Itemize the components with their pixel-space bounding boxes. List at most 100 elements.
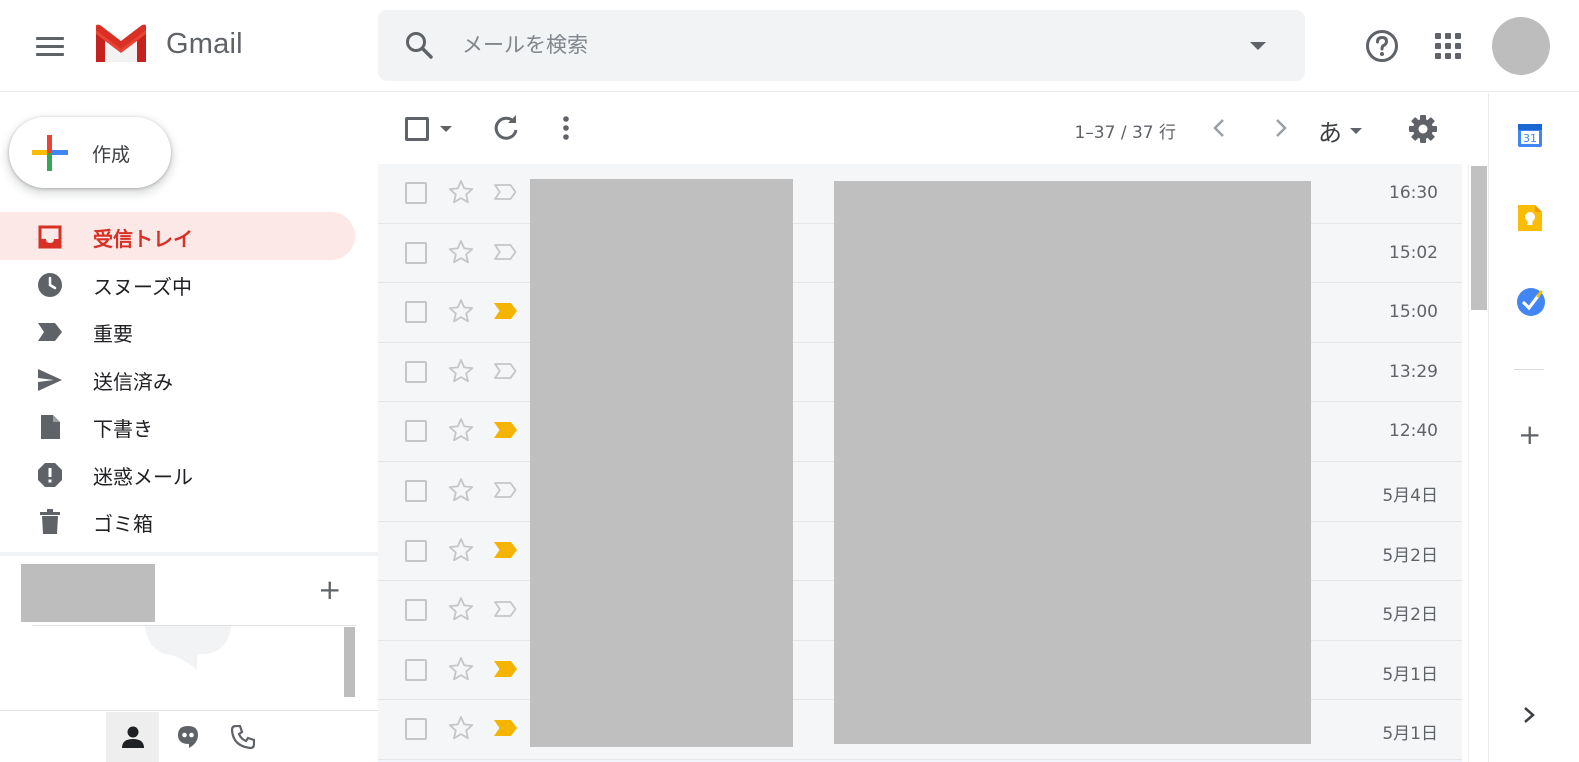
- sidebar-item-drafts[interactable]: 下書き: [0, 402, 355, 450]
- compose-button[interactable]: 作成: [9, 117, 171, 188]
- row-checkbox[interactable]: [405, 539, 427, 562]
- tasks-check-icon[interactable]: [1516, 287, 1546, 317]
- chevron-right-icon[interactable]: [1268, 116, 1292, 140]
- draft-file-icon: [36, 413, 64, 441]
- row-checkbox[interactable]: [405, 599, 427, 622]
- star-icon[interactable]: [448, 239, 474, 265]
- star-icon[interactable]: [448, 477, 474, 503]
- star-icon[interactable]: [448, 358, 474, 384]
- person-icon: [121, 726, 144, 748]
- more-options-icon[interactable]: [556, 114, 576, 142]
- search-icon[interactable]: [404, 30, 434, 60]
- input-tools-button[interactable]: あ: [1318, 113, 1362, 148]
- sidebar-item-label: 迷惑メール: [93, 465, 193, 489]
- gear-icon[interactable]: [1408, 114, 1438, 144]
- star-icon[interactable]: [448, 715, 474, 741]
- mail-time: 15:00: [1389, 302, 1438, 323]
- sidebar-item-label: 重要: [93, 322, 133, 346]
- row-checkbox[interactable]: [405, 480, 427, 502]
- mail-time: 5月4日: [1382, 486, 1438, 506]
- spam-icon: [36, 461, 64, 489]
- hangouts-scrollbar[interactable]: [344, 627, 355, 697]
- important-label-icon: [36, 318, 64, 346]
- sidebar-item-label: 送信済み: [93, 370, 173, 394]
- phone-icon: [231, 725, 255, 749]
- sidebar-item-label: 受信トレイ: [93, 227, 193, 251]
- input-tools-label: あ: [1318, 119, 1342, 147]
- select-options-dropdown-icon[interactable]: [440, 126, 452, 132]
- row-checkbox[interactable]: [405, 420, 427, 443]
- star-icon[interactable]: [448, 596, 474, 622]
- inbox-icon: [36, 223, 64, 251]
- row-checkbox[interactable]: [405, 182, 427, 204]
- important-marker-icon[interactable]: [493, 301, 519, 321]
- search-options-dropdown-icon[interactable]: [1250, 42, 1266, 50]
- side-panel-divider: [1514, 369, 1544, 370]
- send-icon: [36, 366, 64, 394]
- get-addons-icon[interactable]: +: [1518, 421, 1541, 449]
- chevron-down-icon: [1350, 127, 1362, 134]
- sidebar-item-trash[interactable]: ゴミ箱: [0, 497, 355, 545]
- important-marker-icon[interactable]: [493, 659, 519, 679]
- sidebar-item-inbox[interactable]: 受信トレイ: [0, 212, 355, 260]
- sidebar-divider: [0, 552, 378, 556]
- important-marker-icon[interactable]: [493, 242, 519, 262]
- row-checkbox[interactable]: [405, 658, 427, 681]
- sidebar-item-spam[interactable]: 迷惑メール: [0, 450, 355, 498]
- important-marker-icon[interactable]: [493, 540, 519, 560]
- row-checkbox[interactable]: [405, 360, 427, 383]
- gmail-logo[interactable]: Gmail: [92, 22, 243, 66]
- refresh-icon[interactable]: [492, 114, 520, 142]
- row-checkbox[interactable]: [405, 241, 427, 264]
- google-apps-icon[interactable]: [1434, 32, 1462, 60]
- hangouts-contacts-tab[interactable]: [106, 712, 159, 762]
- row-checkbox[interactable]: [405, 301, 427, 324]
- help-icon[interactable]: [1364, 28, 1400, 64]
- top-header: Gmail: [0, 0, 1579, 92]
- hangouts-conversations-tab[interactable]: [168, 712, 208, 762]
- important-marker-icon[interactable]: [493, 599, 519, 619]
- important-marker-icon[interactable]: [493, 420, 519, 440]
- important-marker-icon[interactable]: [493, 361, 519, 381]
- sidebar-item-label: 下書き: [93, 417, 153, 441]
- search-bar[interactable]: [378, 10, 1305, 81]
- main-menu-icon[interactable]: [28, 26, 72, 66]
- mail-time: 5月2日: [1382, 605, 1438, 626]
- mail-time: 5月2日: [1382, 545, 1438, 566]
- star-icon[interactable]: [448, 537, 474, 563]
- star-icon[interactable]: [448, 417, 474, 443]
- mail-time: 12:40: [1389, 421, 1438, 442]
- mail-time: 5月1日: [1382, 664, 1438, 685]
- account-avatar[interactable]: [1492, 17, 1550, 75]
- sidebar-item-label: ゴミ箱: [93, 512, 153, 536]
- search-input[interactable]: [462, 28, 1222, 62]
- compose-label: 作成: [92, 144, 131, 166]
- mail-time: 13:29: [1389, 361, 1438, 382]
- clock-icon: [36, 271, 64, 299]
- important-marker-icon[interactable]: [493, 480, 519, 500]
- sidebar-item-important[interactable]: 重要: [0, 307, 355, 355]
- sidebar-item-sent[interactable]: 送信済み: [0, 355, 355, 403]
- scrollbar-thumb[interactable]: [1471, 166, 1487, 310]
- redacted-subjects-block: [834, 181, 1311, 744]
- sidebar-item-snoozed[interactable]: スヌーズ中: [0, 260, 355, 308]
- chevron-right-icon[interactable]: [1519, 704, 1539, 726]
- hangouts-phone-tab[interactable]: [222, 712, 264, 762]
- hangouts-bubble-icon: [145, 626, 231, 670]
- add-label-icon[interactable]: +: [318, 576, 341, 604]
- chevron-left-icon[interactable]: [1208, 116, 1232, 140]
- mail-time: 15:02: [1389, 242, 1438, 263]
- compose-plus-icon: [32, 135, 68, 171]
- calendar-icon[interactable]: 31: [1517, 122, 1543, 148]
- mail-time: 5月1日: [1382, 724, 1438, 745]
- redacted-senders-block: [530, 179, 793, 747]
- select-all-checkbox[interactable]: [405, 117, 429, 141]
- hangouts-quote-icon: [178, 726, 198, 748]
- row-checkbox[interactable]: [405, 718, 427, 741]
- important-marker-icon[interactable]: [493, 182, 519, 202]
- star-icon[interactable]: [448, 179, 474, 205]
- star-icon[interactable]: [448, 656, 474, 682]
- star-icon[interactable]: [448, 298, 474, 324]
- important-marker-icon[interactable]: [493, 718, 519, 738]
- keep-bulb-icon[interactable]: [1517, 204, 1543, 232]
